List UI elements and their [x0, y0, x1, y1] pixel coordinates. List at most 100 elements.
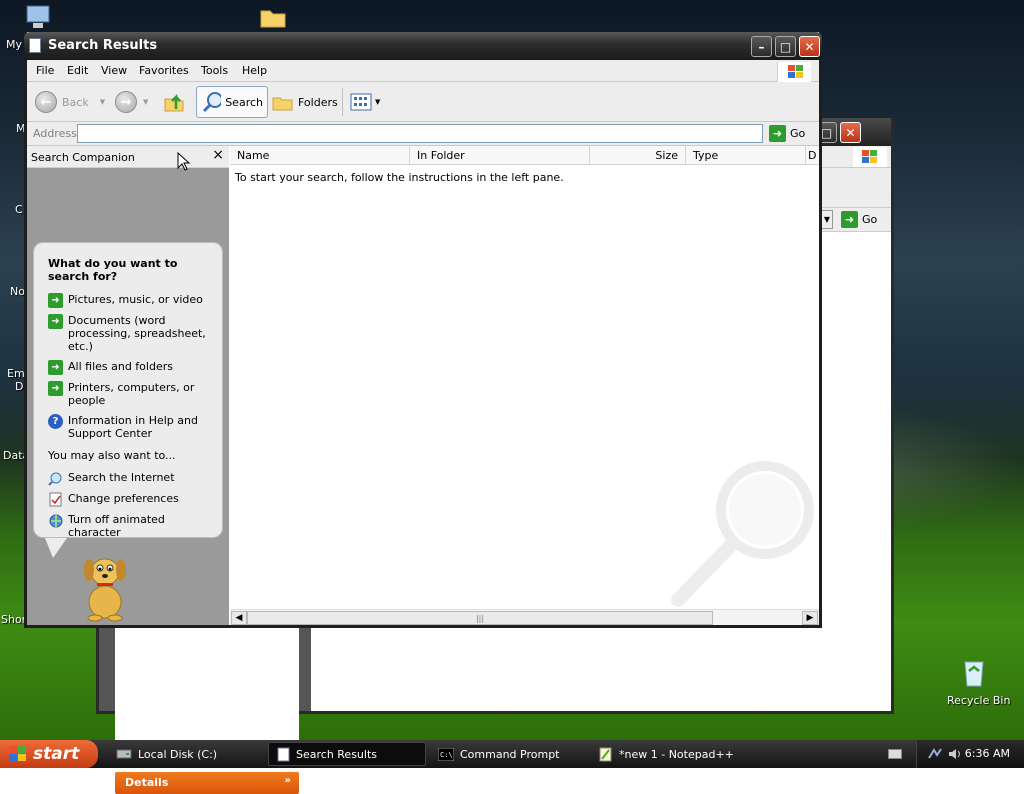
mouse-cursor-icon	[177, 152, 191, 171]
column-header-name[interactable]: Name	[230, 146, 410, 165]
option-search-internet[interactable]: Search the Internet	[48, 471, 214, 486]
start-label: start	[33, 744, 80, 764]
green-arrow-icon: ➜	[48, 381, 63, 396]
desktop-label-shor[interactable]: Shor	[1, 613, 26, 626]
maximize-button[interactable]: □	[775, 36, 796, 57]
chevron-down-icon: »	[284, 775, 291, 786]
menu-edit[interactable]: Edit	[67, 64, 88, 77]
scroll-right-icon[interactable]: ▶	[802, 611, 818, 625]
folders-button[interactable]: Folders	[272, 86, 338, 118]
option-label: Turn off animated character	[68, 513, 165, 539]
windows-flag-icon	[9, 746, 26, 761]
desktop-label-d[interactable]: D	[15, 380, 23, 393]
minimize-button[interactable]: –	[751, 36, 772, 57]
volume-icon[interactable]	[947, 746, 963, 762]
search-companion-header: Search Companion ×	[27, 146, 229, 168]
option-turn-off-character[interactable]: Turn off animated character	[48, 513, 214, 539]
desktop-label-no[interactable]: No	[10, 285, 25, 298]
search-instructions: To start your search, follow the instruc…	[235, 171, 564, 184]
go-button[interactable]: ➜ Go	[769, 125, 805, 142]
option-all-files-folders[interactable]: ➜ All files and folders	[48, 360, 214, 375]
close-icon[interactable]: ×	[212, 147, 224, 163]
keyboard-icon[interactable]	[888, 749, 902, 759]
option-printers-computers-people[interactable]: ➜ Printers, computers, or people	[48, 381, 214, 407]
recycle-bin-label[interactable]: Recycle Bin	[947, 694, 1010, 707]
menu-help[interactable]: Help	[242, 64, 267, 77]
up-folder-button[interactable]	[163, 86, 185, 118]
drive-icon	[116, 749, 132, 759]
column-header-size[interactable]: Size	[590, 146, 686, 165]
go-arrow-icon: ➜	[769, 125, 786, 142]
details-label: Details	[125, 776, 169, 789]
folder-icon[interactable]	[260, 6, 286, 31]
back-arrow-icon: ←	[35, 91, 57, 113]
windows-logo-icon	[853, 147, 887, 167]
balloon-tail	[45, 538, 67, 558]
network-icon[interactable]	[927, 746, 943, 762]
column-label: Name	[237, 149, 270, 162]
search-companion-title: Search Companion	[31, 151, 135, 164]
menu-file[interactable]: File	[36, 64, 54, 77]
notepad-plus-plus-icon	[599, 747, 612, 761]
preferences-icon	[48, 492, 63, 507]
taskbar-item-notepad-plus-plus[interactable]: *new 1 - Notepad++	[590, 742, 760, 766]
background-close-button[interactable]: ✕	[840, 122, 861, 143]
search-question: What do you want to search for?	[48, 257, 178, 283]
clock[interactable]: 6:36 AM	[965, 747, 1010, 760]
my-computer-icon[interactable]	[24, 4, 52, 30]
search-label: Search	[225, 95, 263, 109]
views-dropdown-icon: ▼	[375, 98, 381, 106]
taskbar-item-command-prompt[interactable]: C:\ Command Prompt	[430, 742, 586, 766]
menu-favorites[interactable]: Favorites	[139, 64, 189, 77]
column-label: Type	[693, 149, 719, 162]
forward-arrow-icon: →	[115, 91, 137, 113]
background-task-panel	[115, 626, 299, 758]
search-button[interactable]: Search	[196, 86, 268, 118]
scroll-left-icon[interactable]: ◀	[231, 611, 247, 625]
column-label: Size	[655, 149, 678, 162]
recycle-bin-icon[interactable]	[958, 656, 990, 691]
scrollbar-thumb[interactable]: |||	[247, 611, 713, 625]
forward-dropdown-icon[interactable]: ▼	[143, 98, 148, 106]
addressbar: Address ➜ Go	[27, 122, 819, 146]
horizontal-scrollbar[interactable]: ◀ ||| ▶	[230, 609, 819, 625]
option-documents[interactable]: ➜ Documents (word processing, spreadshee…	[48, 314, 214, 353]
views-button[interactable]: ▼	[350, 86, 380, 118]
column-header-date[interactable]: D	[806, 146, 819, 165]
toolbar: ← Back ▼ → ▼ Search Folders ▼	[27, 82, 819, 122]
menu-tools[interactable]: Tools	[201, 64, 228, 77]
option-pictures-music-video[interactable]: ➜ Pictures, music, or video	[48, 293, 214, 308]
desktop-label-my[interactable]: My	[6, 38, 22, 51]
search-companion-pane: Search Companion × What do you want to s…	[27, 146, 229, 625]
window-titlebar[interactable]: Search Results – □ ✕	[24, 32, 822, 60]
search-dog-character-icon[interactable]	[75, 546, 135, 625]
option-label: All files and folders	[68, 360, 173, 373]
search-internet-icon	[48, 471, 63, 486]
search-results-icon	[277, 747, 290, 761]
details-panel-header[interactable]: Details »	[115, 772, 299, 794]
green-arrow-icon: ➜	[48, 293, 63, 308]
go-label: Go	[790, 127, 806, 140]
search-results-window[interactable]: Search Results – □ ✕ File Edit View Favo…	[24, 32, 822, 628]
option-help-support[interactable]: ? Information in Help and Support Center	[48, 414, 214, 440]
background-address-dropdown[interactable]: ▼	[821, 210, 833, 229]
toolbar-separator	[342, 88, 343, 116]
desktop-label-c[interactable]: C	[15, 203, 23, 216]
taskbar-item-search-results[interactable]: Search Results	[268, 742, 426, 766]
close-button[interactable]: ✕	[799, 36, 820, 57]
back-dropdown-icon[interactable]: ▼	[100, 98, 105, 106]
start-button[interactable]: start	[0, 740, 98, 768]
column-header-in-folder[interactable]: In Folder	[410, 146, 590, 165]
column-header-type[interactable]: Type	[686, 146, 806, 165]
taskbar-item-local-disk[interactable]: Local Disk (C:)	[108, 742, 264, 766]
option-change-preferences[interactable]: Change preferences	[48, 492, 214, 507]
back-button[interactable]: ← Back ▼	[35, 86, 105, 118]
forward-button[interactable]: → ▼	[115, 86, 148, 118]
address-input[interactable]	[77, 124, 763, 143]
background-go-button[interactable]: ➜ Go	[841, 211, 877, 228]
views-icon	[350, 93, 372, 111]
option-label: Search the Internet	[68, 471, 175, 484]
menu-view[interactable]: View	[101, 64, 127, 77]
desktop-label-em[interactable]: Em	[7, 367, 25, 380]
menubar: File Edit View Favorites Tools Help	[27, 60, 819, 82]
